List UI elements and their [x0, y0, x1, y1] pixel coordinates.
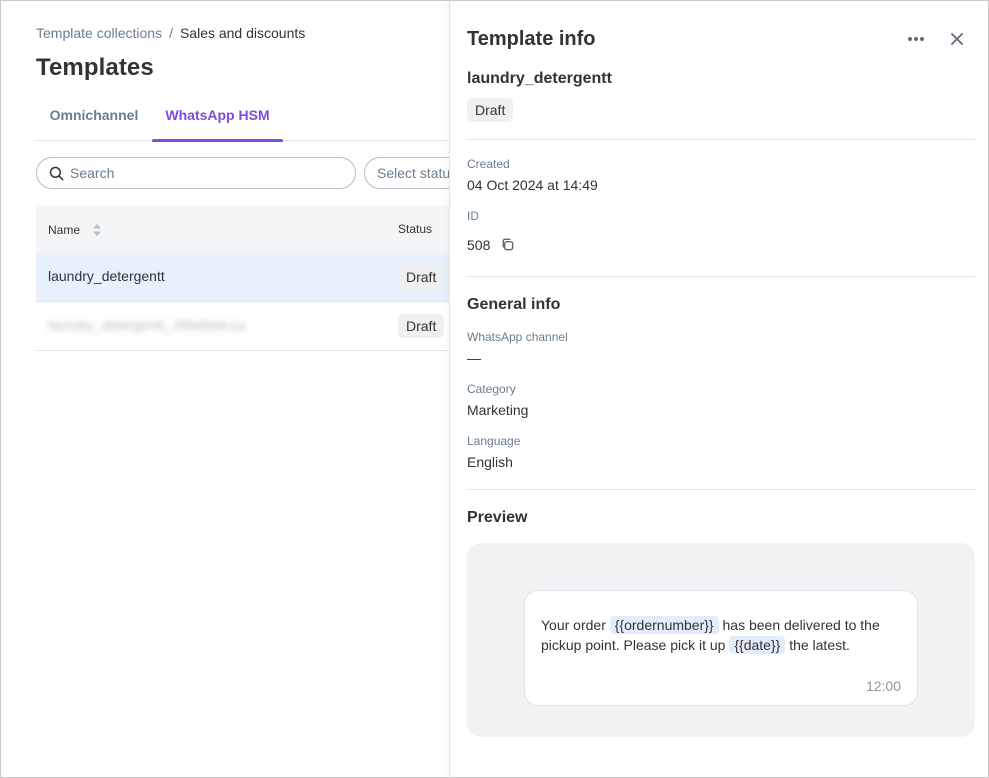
more-options-button[interactable] [905, 29, 927, 49]
breadcrumb: Template collections / Sales and discoun… [36, 25, 305, 41]
search-icon [49, 166, 64, 180]
message-text: Your order {{ordernumber}} has been deli… [541, 615, 911, 655]
category-value: Marketing [467, 402, 529, 418]
app-window: Template collections / Sales and discoun… [0, 0, 989, 778]
breadcrumb-current: Sales and discounts [179, 25, 306, 41]
sort-icon[interactable] [92, 222, 102, 238]
message-bubble: Your order {{ordernumber}} has been deli… [524, 590, 918, 706]
column-header-status: Status [398, 222, 433, 236]
main-content: Template collections / Sales and discoun… [1, 1, 484, 777]
divider [467, 276, 975, 277]
created-value: 04 Oct 2024 at 14:49 [467, 177, 598, 193]
divider [467, 489, 975, 490]
created-label: Created [467, 157, 510, 171]
variable-chip: {{ordernumber}} [609, 616, 719, 634]
status-badge: Draft [467, 98, 514, 122]
id-label: ID [467, 209, 479, 223]
table-row[interactable]: laundry_detergentt_2f8e6b9c1a Draft [36, 302, 450, 351]
language-value: English [467, 454, 513, 470]
search-box[interactable] [36, 157, 356, 189]
column-header-name[interactable]: Name [48, 222, 102, 238]
status-badge: Draft [398, 265, 445, 289]
copy-icon[interactable] [500, 237, 516, 253]
status-badge: Draft [398, 314, 445, 338]
category-label: Category [467, 382, 516, 396]
column-header-name-label: Name [48, 223, 81, 237]
close-icon [951, 33, 963, 45]
tab-omnichannel[interactable]: Omnichannel [36, 97, 152, 141]
template-name: laundry_detergentt [467, 70, 612, 87]
table-row[interactable]: laundry_detergentt Draft [36, 253, 450, 302]
breadcrumb-link-template-collections[interactable]: Template collections [36, 25, 162, 41]
panel-title: Template info [467, 28, 596, 50]
breadcrumb-separator: / [169, 25, 173, 41]
search-input[interactable] [70, 165, 330, 181]
templates-table: Name Status laundry_detergentt Draft lau… [36, 205, 450, 351]
close-panel-button[interactable] [947, 29, 967, 49]
id-value: 508 [467, 237, 491, 253]
message-text-part: Your order [541, 617, 606, 633]
id-row: 508 [467, 237, 516, 253]
general-info-title: General info [467, 296, 561, 313]
row-name: laundry_detergentt [48, 268, 165, 284]
whatsapp-channel-label: WhatsApp channel [467, 330, 568, 344]
message-text-part: the latest. [789, 637, 850, 653]
table-header: Name Status [36, 205, 450, 253]
tab-whatsapp-hsm[interactable]: WhatsApp HSM [152, 97, 283, 142]
message-preview: Your order {{ordernumber}} has been deli… [467, 543, 975, 737]
divider [467, 139, 975, 140]
message-time: 12:00 [865, 678, 901, 694]
more-horizontal-icon [908, 37, 924, 41]
variable-chip: {{date}} [729, 636, 786, 654]
preview-title: Preview [467, 509, 528, 526]
page-title: Templates [36, 54, 154, 81]
tab-bar: Omnichannel WhatsApp HSM [36, 97, 450, 142]
template-info-panel: Template info laundry_detergentt Draft C… [449, 1, 988, 777]
row-name: laundry_detergentt_2f8e6b9c1a [48, 317, 246, 333]
language-label: Language [467, 434, 521, 448]
whatsapp-channel-value: — [467, 350, 481, 366]
